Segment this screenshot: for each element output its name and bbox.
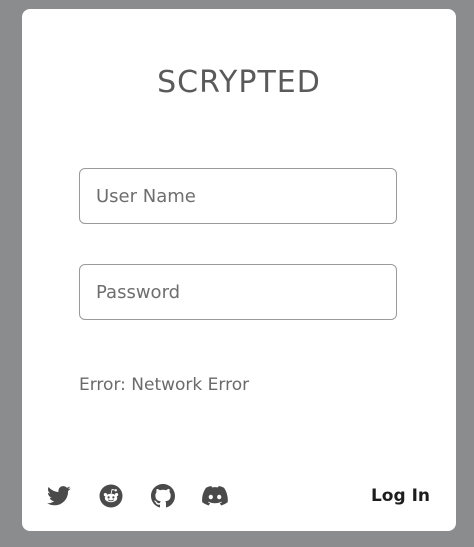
reddit-icon <box>99 484 123 508</box>
password-field[interactable] <box>79 264 397 320</box>
reddit-link[interactable] <box>98 483 124 509</box>
username-field[interactable] <box>79 168 397 224</box>
twitter-icon <box>47 486 71 506</box>
password-input[interactable] <box>80 265 396 319</box>
app-title: SCRYPTED <box>157 65 321 100</box>
login-card: SCRYPTED Error: Network Error <box>22 9 456 531</box>
username-input[interactable] <box>80 169 396 223</box>
discord-icon <box>202 486 228 506</box>
discord-link[interactable] <box>202 483 228 509</box>
twitter-link[interactable] <box>46 483 72 509</box>
github-link[interactable] <box>150 483 176 509</box>
github-icon <box>151 484 175 508</box>
error-message: Error: Network Error <box>79 375 250 395</box>
login-button[interactable]: Log In <box>360 481 430 511</box>
